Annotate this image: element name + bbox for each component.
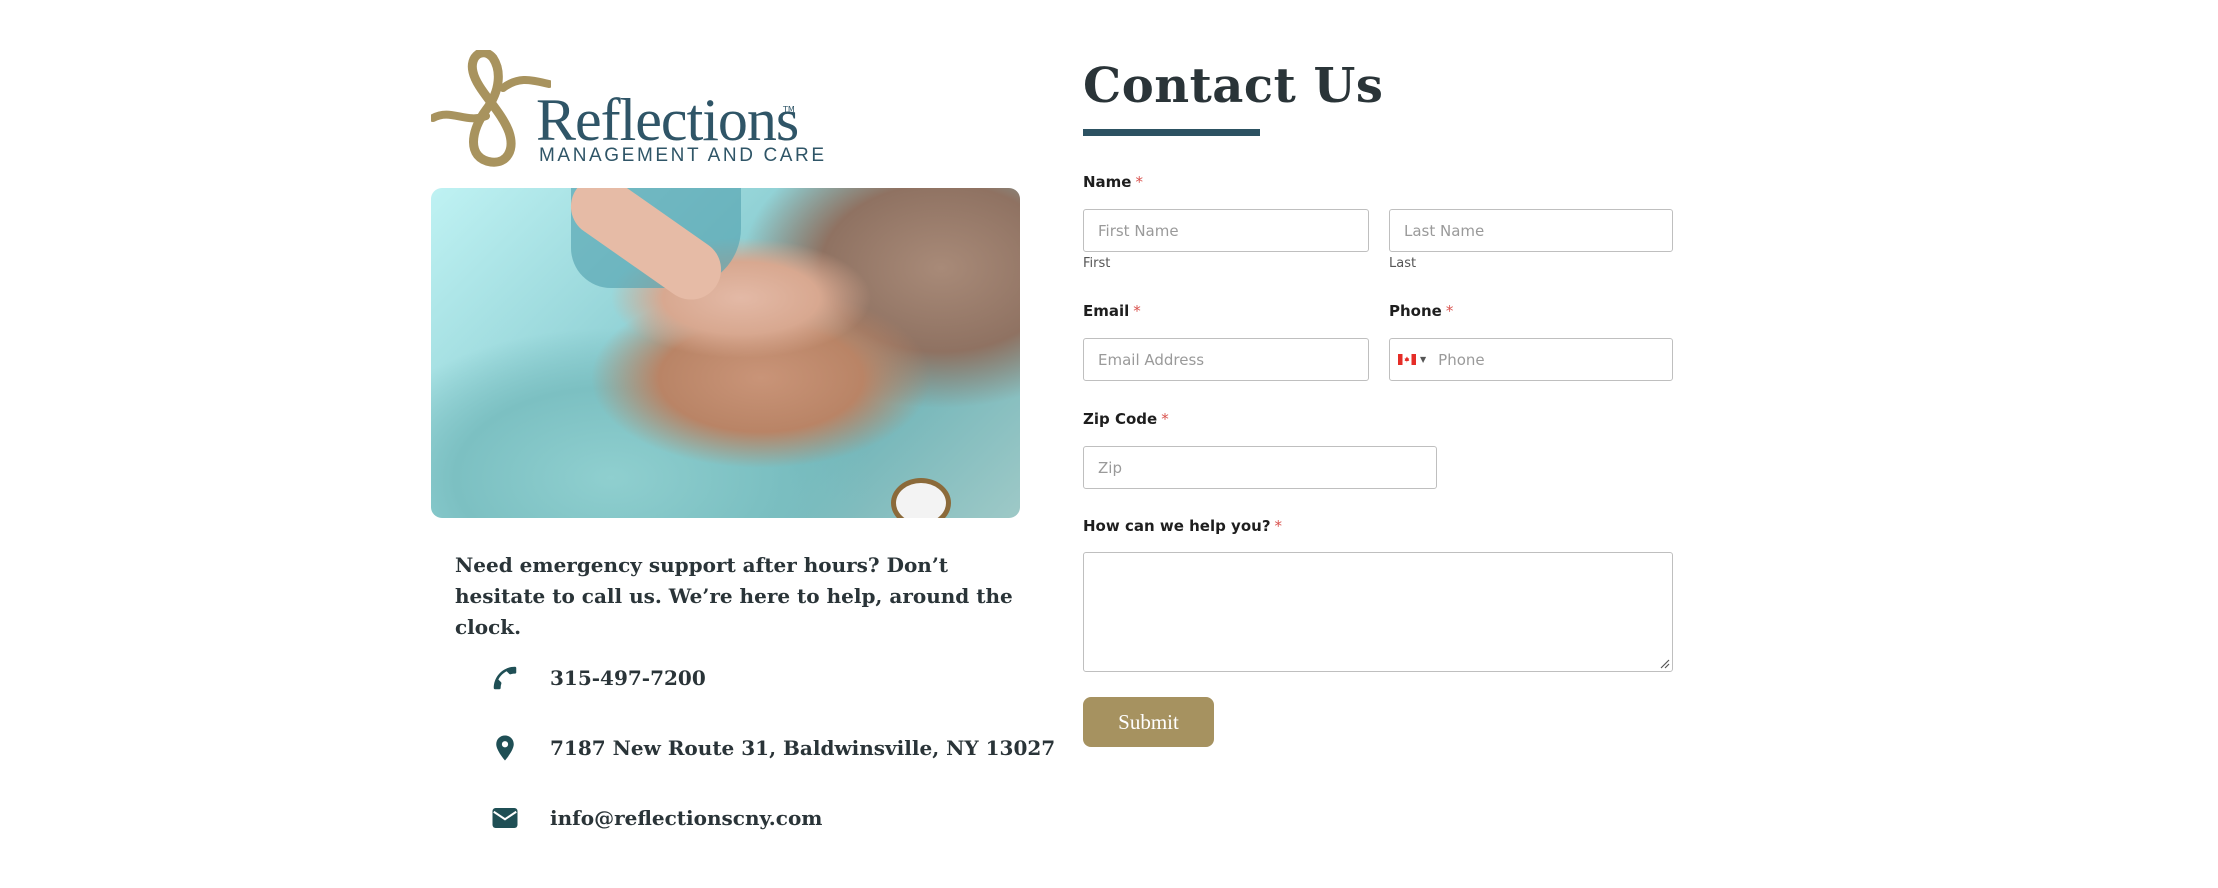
photo-watch [891, 478, 951, 518]
email-label: Email * [1083, 302, 1141, 320]
caregiver-hands-photo [431, 188, 1020, 518]
first-name-input[interactable]: First Name [1083, 209, 1369, 252]
last-name-input[interactable]: Last Name [1389, 209, 1673, 252]
zip-input[interactable]: Zip [1083, 446, 1437, 489]
logo-tagline: MANAGEMENT AND CARE [539, 145, 827, 166]
email-address[interactable]: info@reflectionscny.com [550, 806, 822, 830]
email-input[interactable]: Email Address [1083, 338, 1369, 381]
emergency-message: Need emergency support after hours? Don’… [455, 553, 1013, 639]
contact-email[interactable]: info@reflectionscny.com [490, 798, 822, 838]
phone-number[interactable]: 315-497-7200 [550, 666, 706, 690]
phone-input[interactable]: ▼ Phone [1389, 338, 1673, 381]
contact-address[interactable]: 7187 New Route 31, Baldwinsville, NY 130… [490, 728, 1055, 768]
trademark: TM [783, 105, 795, 114]
phone-icon [493, 666, 517, 690]
contact-phone[interactable]: 315-497-7200 [490, 658, 706, 698]
name-label: Name * [1083, 173, 1143, 191]
map-pin-icon [496, 735, 514, 761]
last-sublabel: Last [1389, 256, 1417, 271]
help-textarea[interactable] [1083, 552, 1673, 672]
submit-button[interactable]: Submit [1083, 697, 1214, 747]
resize-handle-icon[interactable] [1658, 657, 1670, 669]
page-title: Contact Us [1083, 58, 1384, 114]
logo-ribbon-icon [431, 50, 551, 167]
first-sublabel: First [1083, 256, 1111, 271]
country-selector[interactable]: ▼ [1398, 354, 1426, 365]
logo[interactable]: Reflections TM MANAGEMENT AND CARE [431, 50, 824, 168]
canada-flag-icon [1398, 354, 1416, 365]
chevron-down-icon: ▼ [1420, 355, 1427, 364]
logo-wordmark: Reflections [536, 87, 799, 153]
address[interactable]: 7187 New Route 31, Baldwinsville, NY 130… [550, 736, 1055, 760]
envelope-icon [492, 808, 518, 828]
zip-label: Zip Code * [1083, 410, 1169, 428]
phone-label: Phone * [1389, 302, 1454, 320]
help-label: How can we help you? * [1083, 517, 1283, 535]
title-underline [1083, 129, 1260, 136]
